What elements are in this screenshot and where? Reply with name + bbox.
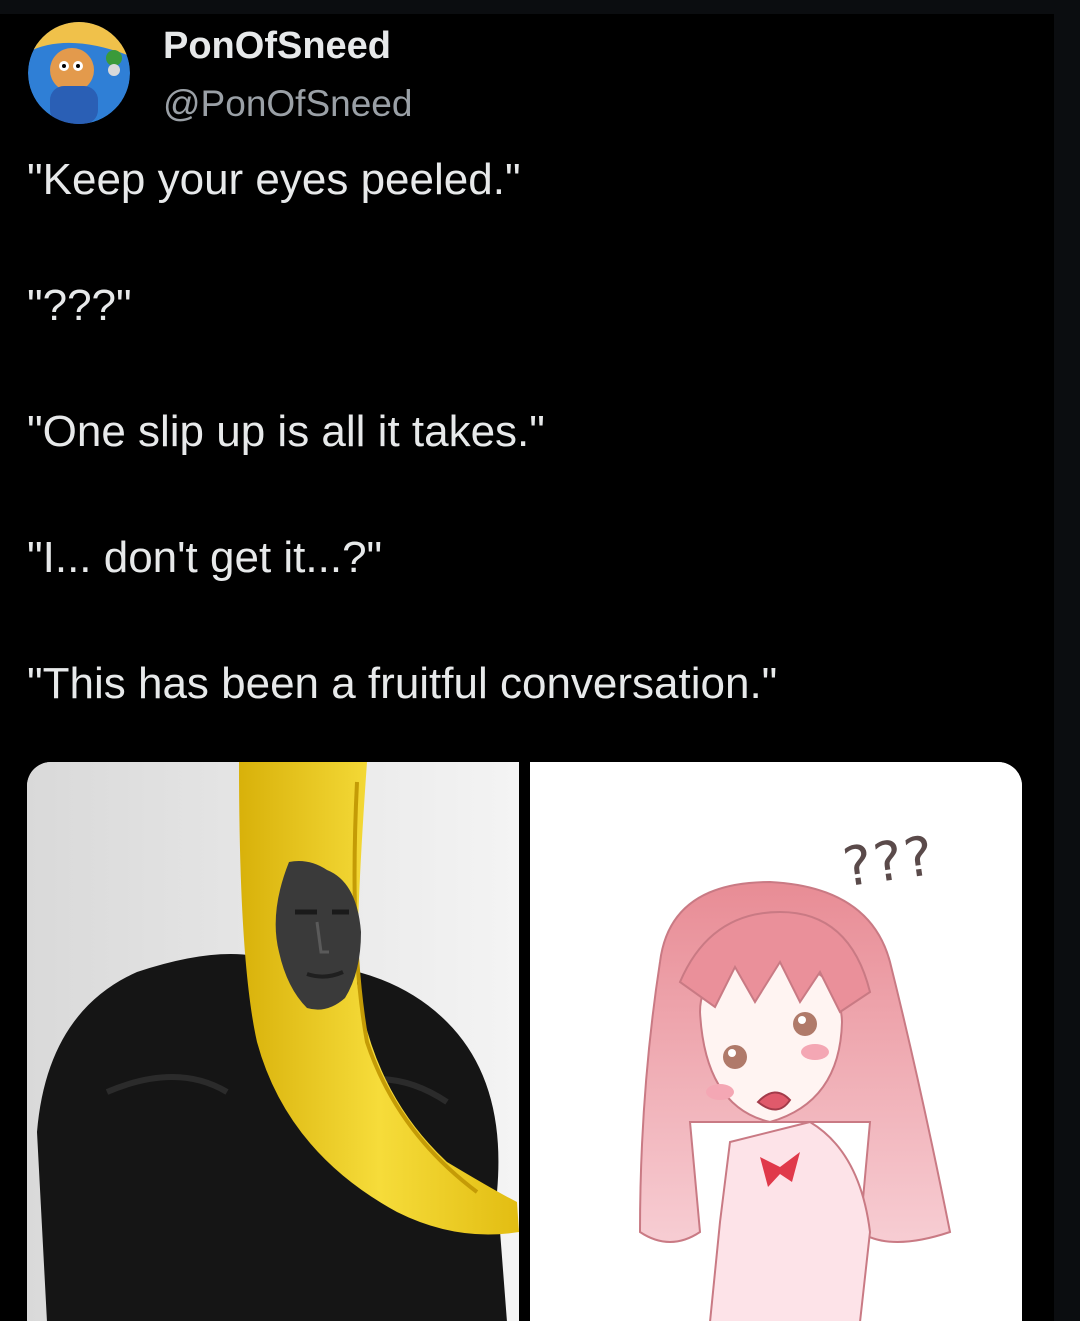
display-name[interactable]: PonOfSneed [163, 24, 412, 68]
author-info[interactable]: PonOfSneed @PonOfSneed [163, 24, 412, 126]
tweet-card[interactable]: PonOfSneed @PonOfSneed "Keep your eyes p… [0, 14, 1054, 1321]
tweet-line-5: "This has been a fruitful conversation." [27, 659, 778, 708]
cartoon-avatar-icon [28, 22, 130, 124]
confused-anime-girl-image [530, 762, 1022, 1321]
tweet-line-4: "I... don't get it...?" [27, 533, 383, 582]
banana-gigachad-image [27, 762, 519, 1321]
tweet-line-2: "???" [27, 281, 132, 330]
tweet-line-3: "One slip up is all it takes." [27, 407, 545, 456]
media-image-right[interactable]: ??? [530, 762, 1022, 1321]
avatar[interactable] [28, 22, 130, 124]
question-marks-text: ??? [839, 823, 939, 900]
tweet-line-1: "Keep your eyes peeled." [27, 155, 521, 204]
handle[interactable]: @PonOfSneed [163, 82, 412, 126]
media-image-left[interactable] [27, 762, 519, 1321]
